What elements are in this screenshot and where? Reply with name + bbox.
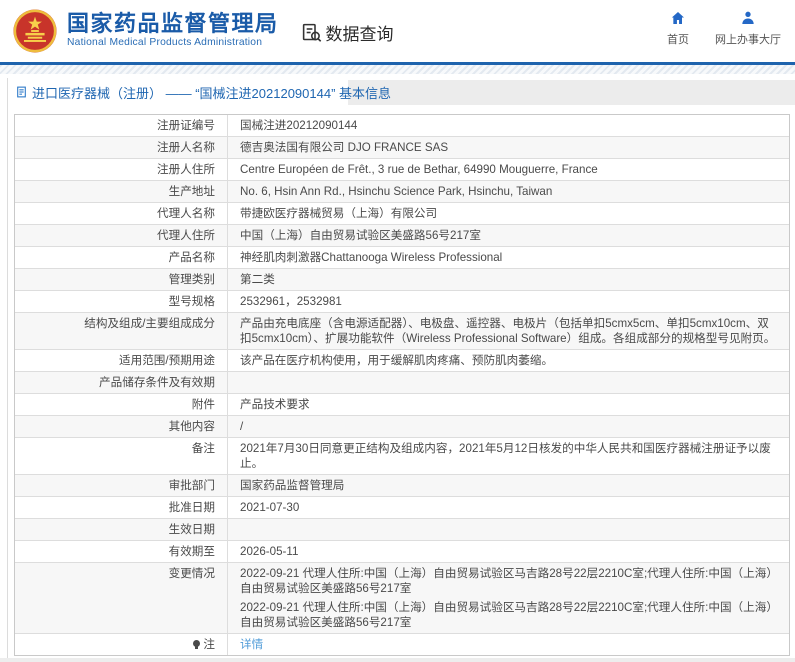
site-header: 国家药品监督管理局 National Medical Products Admi… xyxy=(0,0,795,62)
org-name-block: 国家药品监督管理局 National Medical Products Admi… xyxy=(67,13,279,48)
page-title: 进口医疗器械（注册） —— “国械注进20212090144” 基本信息 xyxy=(32,83,391,102)
table-row: 附件产品技术要求 xyxy=(15,393,789,415)
table-row: 注册人名称德吉奥法国有限公司 DJO FRANCE SAS xyxy=(15,136,789,158)
table-row: 适用范围/预期用途该产品在医疗机构使用，用于缓解肌肉疼痛、预防肌肉萎缩。 xyxy=(15,349,789,371)
row-label: 产品名称 xyxy=(15,247,228,268)
row-value: 国械注进20212090144 xyxy=(228,115,789,136)
row-value: / xyxy=(228,416,789,437)
data-query-icon xyxy=(301,22,322,43)
title-row: 进口医疗器械（注册） —— “国械注进20212090144” 基本信息 xyxy=(8,78,795,106)
home-icon xyxy=(670,10,686,26)
table-row: 管理类别第二类 xyxy=(15,268,789,290)
row-label: 注册证编号 xyxy=(15,115,228,136)
table-row: 生产地址No. 6, Hsin Ann Rd., Hsinchu Science… xyxy=(15,180,789,202)
table-row: 批准日期2021-07-30 xyxy=(15,496,789,518)
row-label: 审批部门 xyxy=(15,475,228,496)
document-icon xyxy=(15,85,28,99)
row-label: 注册人住所 xyxy=(15,159,228,180)
nav-home[interactable]: 首页 xyxy=(667,10,689,47)
row-label: 结构及组成/主要组成成分 xyxy=(15,313,228,349)
row-value: 2026-05-11 xyxy=(228,541,789,562)
user-icon xyxy=(740,10,756,26)
row-value: 中国（上海）自由贸易试验区美盛路56号217室 xyxy=(228,225,789,246)
nav-hall-label: 网上办事大厅 xyxy=(715,31,781,47)
table-row: 注册证编号国械注进20212090144 xyxy=(15,115,789,136)
row-label: 代理人名称 xyxy=(15,203,228,224)
title-tab: 进口医疗器械（注册） —— “国械注进20212090144” 基本信息 xyxy=(8,78,795,106)
row-label: 附件 xyxy=(15,394,228,415)
org-name-en: National Medical Products Administration xyxy=(67,38,279,48)
row-value xyxy=(228,372,789,393)
org-name-cn: 国家药品监督管理局 xyxy=(67,13,279,35)
table-row: 注册人住所Centre Européen de Frêt., 3 rue de … xyxy=(15,158,789,180)
table-row: 代理人名称带捷欧医疗器械贸易（上海）有限公司 xyxy=(15,202,789,224)
row-value: 德吉奥法国有限公司 DJO FRANCE SAS xyxy=(228,137,789,158)
nav-home-label: 首页 xyxy=(667,31,689,47)
table-row: 其他内容/ xyxy=(15,415,789,437)
row-value: Centre Européen de Frêt., 3 rue de Betha… xyxy=(228,159,789,180)
row-label: 注 xyxy=(15,634,228,655)
hatch-strip xyxy=(0,65,795,74)
row-value: 带捷欧医疗器械贸易（上海）有限公司 xyxy=(228,203,789,224)
table-row: 代理人住所中国（上海）自由贸易试验区美盛路56号217室 xyxy=(15,224,789,246)
top-nav: 首页 网上办事大厅 xyxy=(667,10,781,47)
row-value: 神经肌肉刺激器Chattanooga Wireless Professional xyxy=(228,247,789,268)
table-row: 结构及组成/主要组成成分产品由充电底座（含电源适配器）、电极盘、遥控器、电极片（… xyxy=(15,312,789,349)
row-label: 备注 xyxy=(15,438,228,474)
row-label: 变更情况 xyxy=(15,563,228,633)
row-label: 产品储存条件及有效期 xyxy=(15,372,228,393)
row-value: 2021年7月30日同意更正结构及组成内容，2021年5月12日核发的中华人民共… xyxy=(228,438,789,474)
row-label: 其他内容 xyxy=(15,416,228,437)
row-value: 国家药品监督管理局 xyxy=(228,475,789,496)
table-row: 备注2021年7月30日同意更正结构及组成内容，2021年5月12日核发的中华人… xyxy=(15,437,789,474)
table-row: 变更情况 2022-09-21 代理人住所:中国（上海）自由贸易试验区马吉路28号… xyxy=(15,562,789,633)
row-value: 第二类 xyxy=(228,269,789,290)
row-label: 生效日期 xyxy=(15,519,228,540)
change-record-line: 2022-09-21 代理人住所:中国（上海）自由贸易试验区马吉路28号22层2… xyxy=(240,600,777,630)
table-row: 有效期至2026-05-11 xyxy=(15,540,789,562)
table-row: 审批部门国家药品监督管理局 xyxy=(15,474,789,496)
note-pin-icon xyxy=(193,640,200,647)
bottom-strip xyxy=(0,658,795,662)
row-label: 型号规格 xyxy=(15,291,228,312)
row-label: 有效期至 xyxy=(15,541,228,562)
row-label: 批准日期 xyxy=(15,497,228,518)
table-row: 注详情 xyxy=(15,633,789,655)
content-panel: 进口医疗器械（注册） —— “国械注进20212090144” 基本信息 注册证… xyxy=(7,78,795,658)
row-label: 注册人名称 xyxy=(15,137,228,158)
row-value: 产品技术要求 xyxy=(228,394,789,415)
row-value: 该产品在医疗机构使用，用于缓解肌肉疼痛、预防肌肉萎缩。 xyxy=(228,350,789,371)
table-row: 型号规格2532961，2532981 xyxy=(15,290,789,312)
row-value: 详情 xyxy=(228,634,789,655)
row-label: 适用范围/预期用途 xyxy=(15,350,228,371)
row-value: 2021-07-30 xyxy=(228,497,789,518)
row-value: 2532961，2532981 xyxy=(228,291,789,312)
nav-online-service-hall[interactable]: 网上办事大厅 xyxy=(715,10,781,47)
table-row: 产品储存条件及有效期 xyxy=(15,371,789,393)
nmpa-national-emblem-icon xyxy=(12,8,58,54)
row-value: 2022-09-21 代理人住所:中国（上海）自由贸易试验区马吉路28号22层2… xyxy=(228,563,789,633)
change-record-line: 2022-09-21 代理人住所:中国（上海）自由贸易试验区马吉路28号22层2… xyxy=(240,566,777,596)
details-link[interactable]: 详情 xyxy=(240,638,263,651)
row-value xyxy=(228,519,789,540)
row-label: 生产地址 xyxy=(15,181,228,202)
row-label: 代理人住所 xyxy=(15,225,228,246)
row-value: 产品由充电底座（含电源适配器）、电极盘、遥控器、电极片（包括单扣5cmx5cm、… xyxy=(228,313,789,349)
info-table: 注册证编号国械注进20212090144注册人名称德吉奥法国有限公司 DJO F… xyxy=(14,114,790,656)
row-value: No. 6, Hsin Ann Rd., Hsinchu Science Par… xyxy=(228,181,789,202)
data-query-label: 数据查询 xyxy=(326,20,394,45)
table-row: 产品名称神经肌肉刺激器Chattanooga Wireless Professi… xyxy=(15,246,789,268)
table-row: 生效日期 xyxy=(15,518,789,540)
data-query-tab[interactable]: 数据查询 xyxy=(301,20,394,45)
row-label: 管理类别 xyxy=(15,269,228,290)
